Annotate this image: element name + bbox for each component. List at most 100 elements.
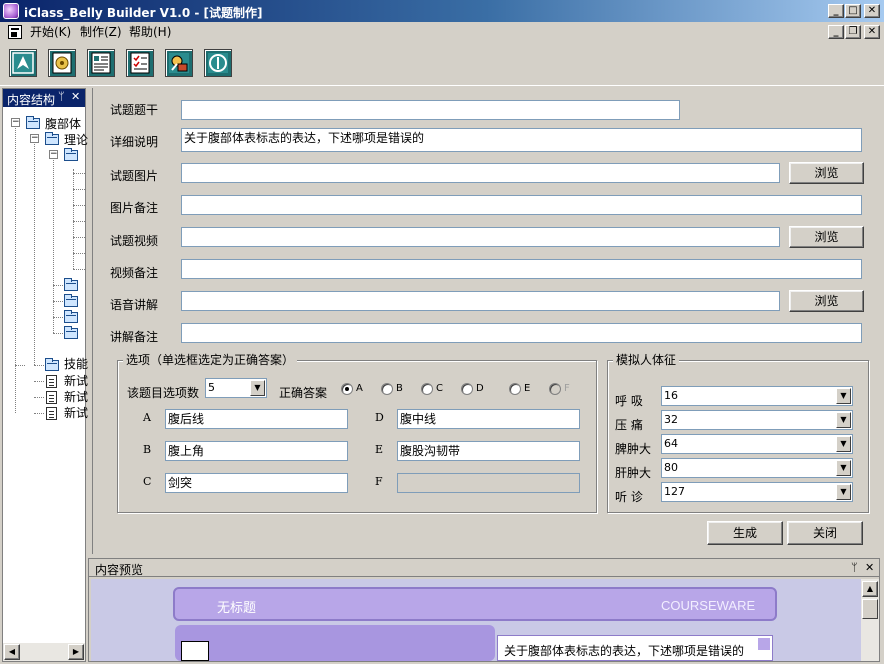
- sign-value: 64: [664, 437, 678, 450]
- scroll-left-button[interactable]: ◀: [4, 644, 20, 660]
- question-video-input[interactable]: [181, 227, 780, 247]
- slide-title-bar: 无标题 COURSEWARE: [173, 587, 777, 621]
- sign-select-splenomegaly[interactable]: 64 ▼: [661, 434, 853, 454]
- explanation-note-input[interactable]: [181, 323, 862, 343]
- chevron-down-icon[interactable]: ▼: [836, 388, 851, 404]
- generate-button[interactable]: 生成: [707, 521, 783, 545]
- folder-icon: [45, 132, 59, 145]
- folder-icon[interactable]: [64, 148, 78, 161]
- option-key: C: [143, 475, 152, 488]
- maximize-button[interactable]: □: [845, 4, 861, 18]
- menu-start[interactable]: 开始(K): [26, 24, 75, 40]
- answer-radio-b[interactable]: [381, 383, 393, 395]
- tree-item-label[interactable]: 腹部体: [45, 115, 81, 132]
- document-icon: [46, 375, 57, 388]
- scroll-right-button[interactable]: ▶: [68, 644, 84, 660]
- question-stem-input[interactable]: [181, 100, 680, 120]
- sign-select-auscultation[interactable]: 127 ▼: [661, 482, 853, 502]
- folder-icon[interactable]: [64, 294, 78, 307]
- chevron-down-icon[interactable]: ▼: [836, 484, 851, 500]
- browse-image-button[interactable]: 浏览: [789, 162, 864, 184]
- option-b-input[interactable]: 腹上角: [165, 441, 348, 461]
- option-a-input[interactable]: 腹后线: [165, 409, 348, 429]
- slide-text-box: 关于腹部体表标志的表达，下述哪项是错误的: [497, 635, 773, 661]
- sign-select-hepatomegaly[interactable]: 80 ▼: [661, 458, 853, 478]
- sign-select-respiration[interactable]: 16 ▼: [661, 386, 853, 406]
- tree-guide: [34, 397, 44, 398]
- child-close-button[interactable]: ✕: [864, 25, 880, 39]
- option-key: E: [375, 443, 384, 456]
- tree-guide: [15, 123, 16, 413]
- minimize-button[interactable]: _: [828, 4, 844, 18]
- tree-guide: [53, 317, 63, 318]
- browse-video-button[interactable]: 浏览: [789, 226, 864, 248]
- chevron-down-icon[interactable]: ▼: [250, 380, 265, 396]
- answer-radio-e[interactable]: [509, 383, 521, 395]
- tree-guide: [34, 365, 44, 366]
- toolbar-button-checklist[interactable]: [126, 49, 154, 77]
- option-count-select[interactable]: 5 ▼: [205, 378, 267, 398]
- question-image-input[interactable]: [181, 163, 780, 183]
- tree-guide: [53, 333, 63, 334]
- scroll-up-button[interactable]: [758, 638, 770, 650]
- close-icon[interactable]: ✕: [865, 561, 874, 574]
- tree-guide: [73, 169, 74, 269]
- video-note-input[interactable]: [181, 259, 862, 279]
- toolbar-button-info[interactable]: [204, 49, 232, 77]
- folder-icon[interactable]: [64, 310, 78, 323]
- option-f-input: [397, 473, 580, 493]
- child-restore-button[interactable]: ❐: [845, 25, 861, 39]
- mdi-child-icon[interactable]: [8, 25, 22, 39]
- tree-expander[interactable]: −: [30, 134, 39, 143]
- answer-radio-c[interactable]: [421, 383, 433, 395]
- tree-item-label[interactable]: 技能: [64, 355, 88, 372]
- tree-guide: [73, 205, 85, 206]
- pin-icon[interactable]: ᛘ: [851, 561, 858, 574]
- image-note-input[interactable]: [181, 195, 862, 215]
- document-icon: [46, 391, 57, 404]
- tree-item-label[interactable]: 理论: [64, 131, 88, 148]
- chevron-down-icon[interactable]: ▼: [836, 460, 851, 476]
- toolbar-button-settings[interactable]: [48, 49, 76, 77]
- tree-guide: [73, 189, 85, 190]
- settings-page-icon: [52, 52, 72, 74]
- info-icon: [208, 53, 228, 73]
- toolbar-button-tools[interactable]: [165, 49, 193, 77]
- field-label: 视频备注: [110, 266, 159, 280]
- close-window-button[interactable]: ✕: [864, 4, 880, 18]
- scroll-thumb[interactable]: [862, 599, 878, 619]
- close-button[interactable]: 关闭: [787, 521, 863, 545]
- chevron-down-icon[interactable]: ▼: [836, 436, 851, 452]
- detail-description-input[interactable]: 关于腹部体表标志的表达，下述哪项是错误的: [181, 128, 862, 152]
- pin-icon[interactable]: ᛘ: [58, 90, 65, 103]
- answer-radio-label: C: [436, 383, 443, 394]
- answer-radio-d[interactable]: [461, 383, 473, 395]
- tree-guide: [73, 253, 85, 254]
- answer-radio-a[interactable]: [341, 383, 353, 395]
- close-icon[interactable]: ✕: [71, 90, 80, 103]
- child-minimize-button[interactable]: _: [828, 25, 844, 39]
- toolbar-button-list[interactable]: [87, 49, 115, 77]
- option-d-input[interactable]: 腹中线: [397, 409, 580, 429]
- tree-expander[interactable]: −: [49, 150, 58, 159]
- tree-expander[interactable]: −: [11, 118, 20, 127]
- horizontal-scrollbar[interactable]: ◀ ▶: [3, 643, 85, 661]
- tree-item-label[interactable]: 新试: [64, 404, 88, 421]
- chevron-down-icon[interactable]: ▼: [836, 412, 851, 428]
- toolbar-button-up[interactable]: [9, 49, 37, 77]
- menu-help[interactable]: 帮助(H): [125, 24, 175, 40]
- menu-make[interactable]: 制作(Z): [76, 24, 126, 40]
- folder-icon[interactable]: [64, 326, 78, 339]
- sign-select-tenderness[interactable]: 32 ▼: [661, 410, 853, 430]
- sign-label: 压 痛: [615, 418, 643, 432]
- browse-audio-button[interactable]: 浏览: [789, 290, 864, 312]
- folder-icon: [26, 116, 40, 129]
- vertical-scrollbar[interactable]: ▲: [861, 579, 879, 661]
- tree-item-label[interactable]: 新试: [64, 372, 88, 389]
- option-e-input[interactable]: 腹股沟韧带: [397, 441, 580, 461]
- option-c-input[interactable]: 剑突: [165, 473, 348, 493]
- audio-explanation-input[interactable]: [181, 291, 780, 311]
- tree-item-label[interactable]: 新试: [64, 388, 88, 405]
- folder-icon[interactable]: [64, 278, 78, 291]
- scroll-up-button[interactable]: ▲: [862, 581, 878, 597]
